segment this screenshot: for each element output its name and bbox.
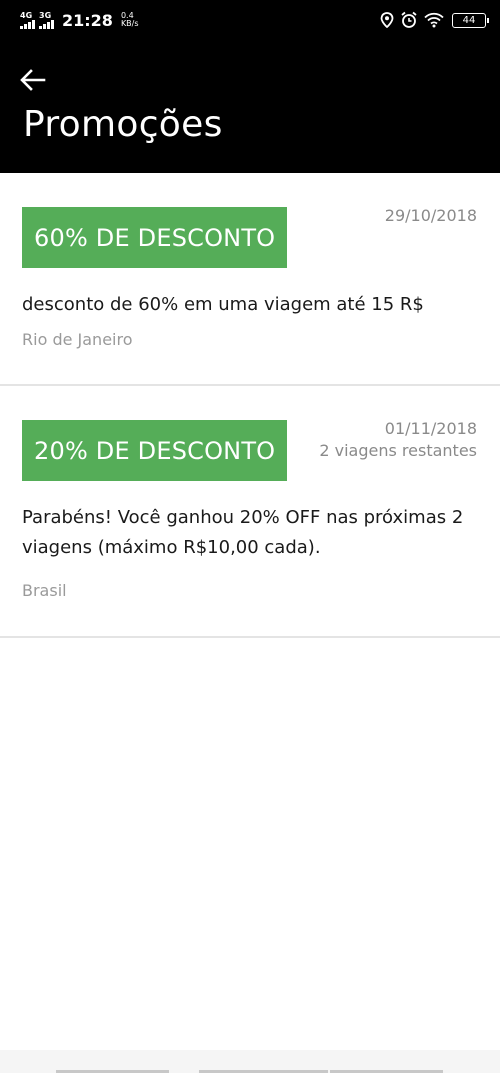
- promotion-location: Brasil: [22, 581, 67, 600]
- remaining-trips: 2 viagens restantes: [319, 441, 477, 460]
- alarm-icon: [401, 11, 417, 28]
- signal-4g-icon: 4G: [20, 11, 35, 29]
- app-header: Promoções: [0, 40, 500, 173]
- signal-3g-icon: 3G: [39, 11, 54, 29]
- promotion-description: Parabéns! Você ganhou 20% OFF nas próxim…: [22, 507, 464, 558]
- discount-badge: 20% DE DESCONTO: [22, 420, 288, 481]
- page-title: Promoções: [23, 104, 223, 145]
- promotion-card[interactable]: 20% DE DESCONTO 01/11/2018 2 viagens res…: [0, 386, 500, 638]
- promotion-description: desconto de 60% em uma viagem até 15 R$: [22, 294, 424, 315]
- location-icon: [380, 12, 394, 28]
- promotion-location: Rio de Janeiro: [22, 330, 133, 349]
- clock: 21:28: [62, 10, 113, 30]
- system-nav-bar: [0, 1050, 500, 1073]
- promotion-date: 29/10/2018: [384, 206, 477, 225]
- network-speed: 0.4 KB/s: [120, 11, 139, 28]
- promotion-date: 01/11/2018: [384, 419, 477, 438]
- battery-icon: 44: [452, 12, 489, 28]
- status-bar: 4G 3G 21:28 0.4 KB/s 44: [0, 0, 500, 40]
- arrow-left-icon: [20, 69, 46, 91]
- back-button[interactable]: [20, 64, 60, 96]
- discount-badge: 60% DE DESCONTO: [22, 207, 288, 268]
- wifi-icon: [424, 12, 444, 28]
- promotion-card[interactable]: 60% DE DESCONTO 29/10/2018 desconto de 6…: [0, 173, 500, 386]
